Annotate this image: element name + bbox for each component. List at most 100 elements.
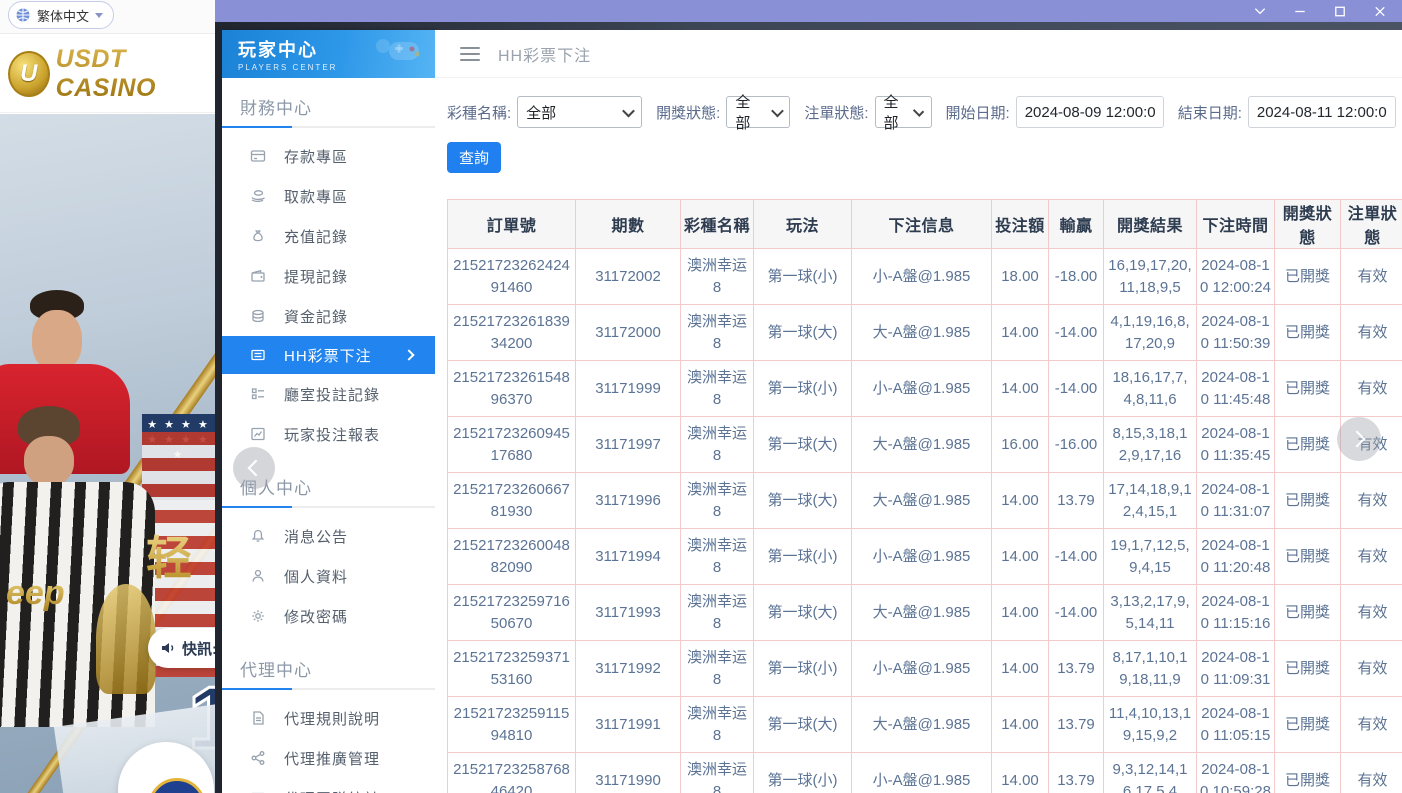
table-row: 215217232591159481031171991澳洲幸运8第一球(大)大-…: [448, 697, 1402, 753]
table-cell: 有效: [1341, 305, 1402, 361]
table-cell: 澳洲幸运8: [681, 641, 754, 697]
main-topbar: HH彩票下注: [435, 30, 1402, 78]
table-cell: 大-A盤@1.985: [852, 585, 992, 641]
column-header: 投注額: [992, 200, 1049, 249]
table-cell: 已開獎: [1275, 361, 1341, 417]
column-header: 下注信息: [852, 200, 992, 249]
table-cell: 第一球(小): [754, 249, 852, 305]
column-header: 開獎狀態: [1275, 200, 1341, 249]
sidebar-item-代理規則說明[interactable]: 代理規則說明: [222, 698, 435, 738]
sidebar-item-label: 個人資料: [284, 566, 348, 587]
table-cell: 2152172325971650670: [448, 585, 576, 641]
search-button[interactable]: 查詢: [447, 142, 501, 173]
sidebar-item-廳室投註記錄[interactable]: 廳室投註記錄: [222, 374, 435, 414]
bets-table: 訂單號期數彩種名稱玩法下注信息投注額輸贏開獎結果下注時間開獎狀態注單狀態 215…: [447, 199, 1402, 793]
filter-bar: 彩種名稱: 全部 開獎狀態: 全部 注單狀態: 全部 開始: [435, 78, 1402, 173]
table-cell: 大-A盤@1.985: [852, 305, 992, 361]
sidebar-item-資金記錄[interactable]: 資金記錄: [222, 296, 435, 336]
table-cell: -16.00: [1049, 417, 1104, 473]
bell-icon: [250, 528, 266, 544]
table-cell: 2024-08-10 10:59:28: [1197, 753, 1275, 793]
sidebar-item-label: 廳室投註記錄: [284, 384, 380, 405]
order-status-select[interactable]: 全部: [875, 96, 932, 128]
banner-jersey-text: eep: [6, 574, 65, 613]
table-cell: 17,14,18,9,12,4,15,1: [1104, 473, 1197, 529]
withdraw-hand-icon: [250, 188, 266, 204]
table-cell: 2024-08-10 12:00:24: [1197, 249, 1275, 305]
language-selector[interactable]: 繁体中文: [8, 1, 114, 29]
sidebar-item-修改密碼[interactable]: 修改密碼: [222, 596, 435, 636]
main-content: HH彩票下注 彩種名稱: 全部 開獎狀態: 全部 注單狀態:: [435, 30, 1402, 793]
globe-icon: [15, 7, 31, 23]
table-cell: 2024-08-10 11:20:48: [1197, 529, 1275, 585]
table-header-row: 訂單號期數彩種名稱玩法下注信息投注額輸贏開獎結果下注時間開獎狀態注單狀態: [448, 200, 1402, 249]
table-cell: 2152172326242491460: [448, 249, 576, 305]
table-cell: 已開獎: [1275, 753, 1341, 793]
app-window: 玩家中心 PLAYERS CENTER 財務中心存款專區取款專區充值記錄提現記錄…: [215, 0, 1402, 793]
sidebar-item-代理推廣管理[interactable]: 代理推廣管理: [222, 738, 435, 778]
table-cell: 14.00: [992, 305, 1049, 361]
column-header: 玩法: [754, 200, 852, 249]
table-row: 215217232618393420031172000澳洲幸运8第一球(大)大-…: [448, 305, 1402, 361]
hamburger-menu-icon[interactable]: [460, 43, 480, 65]
table-cell: 有效: [1341, 585, 1402, 641]
table-cell: 2152172326183934200: [448, 305, 576, 361]
sidebar-item-label: 代理團隊統計: [284, 788, 380, 793]
floating-coin-icon: [148, 778, 206, 793]
draw-status-value: 全部: [735, 91, 764, 133]
sidebar-item-label: 修改密碼: [284, 606, 348, 627]
chevron-down-icon: [95, 13, 103, 18]
table-cell: 小-A盤@1.985: [852, 641, 992, 697]
sidebar-item-取款專區[interactable]: 取款專區: [222, 176, 435, 216]
table-cell: 有效: [1341, 697, 1402, 753]
table-cell: 19,1,7,12,5,9,4,15: [1104, 529, 1197, 585]
next-page-button[interactable]: [1337, 417, 1381, 461]
sidebar-item-存款專區[interactable]: 存款專區: [222, 136, 435, 176]
language-label: 繁体中文: [37, 6, 89, 25]
table-cell: 31172000: [576, 305, 681, 361]
page-title: HH彩票下注: [498, 42, 591, 66]
draw-status-select[interactable]: 全部: [726, 96, 790, 128]
table-cell: 小-A盤@1.985: [852, 529, 992, 585]
site-logo-text: USDT CASINO: [56, 45, 215, 103]
table-cell: 13.79: [1049, 641, 1104, 697]
sidebar-item-代理團隊統計[interactable]: 代理團隊統計: [222, 778, 435, 793]
table-row: 215217232606678193031171996澳洲幸运8第一球(大)大-…: [448, 473, 1402, 529]
share-icon: [250, 750, 266, 766]
maximize-button[interactable]: [1332, 4, 1348, 18]
close-button[interactable]: [1372, 4, 1388, 18]
table-cell: 14.00: [992, 529, 1049, 585]
sidebar-item-個人資料[interactable]: 個人資料: [222, 556, 435, 596]
table-cell: 31171993: [576, 585, 681, 641]
table-cell: 31171997: [576, 417, 681, 473]
section-divider: [222, 688, 435, 690]
sidebar-item-消息公告[interactable]: 消息公告: [222, 516, 435, 556]
table-cell: 澳洲幸运8: [681, 697, 754, 753]
table-cell: 14.00: [992, 641, 1049, 697]
panel-collapse-button[interactable]: [233, 447, 275, 489]
chevron-down-button[interactable]: [1252, 4, 1268, 18]
table-cell: 31171991: [576, 697, 681, 753]
sidebar-item-label: 代理推廣管理: [284, 748, 380, 769]
minimize-button[interactable]: [1292, 4, 1308, 18]
table-cell: 已開獎: [1275, 305, 1341, 361]
lottery-name-select[interactable]: 全部: [517, 96, 642, 128]
table-cell: 已開獎: [1275, 697, 1341, 753]
sidebar-item-提現記錄[interactable]: 提現記錄: [222, 256, 435, 296]
table-cell: 大-A盤@1.985: [852, 473, 992, 529]
draw-status-label: 開獎狀態:: [656, 102, 720, 123]
start-date-input[interactable]: [1016, 96, 1164, 128]
column-header: 開獎結果: [1104, 200, 1197, 249]
chevron-down-icon: [622, 104, 635, 117]
section-divider: [222, 126, 435, 128]
casino-site-background: 繁体中文 U USDT CASINO ★ ★ ★ ★ ★ ★ ★ ★ ★ eep…: [0, 0, 215, 793]
banner-player-bottom-face: [24, 436, 74, 486]
sidebar-item-充值記錄[interactable]: 充值記錄: [222, 216, 435, 256]
table-cell: 13.79: [1049, 753, 1104, 793]
table-cell: 14.00: [992, 585, 1049, 641]
table-cell: 大-A盤@1.985: [852, 417, 992, 473]
table-cell: 8,15,3,18,12,9,17,16: [1104, 417, 1197, 473]
table-cell: 已開獎: [1275, 417, 1341, 473]
sidebar-item-HH彩票下注[interactable]: HH彩票下注: [222, 336, 435, 374]
end-date-input[interactable]: [1248, 96, 1396, 128]
